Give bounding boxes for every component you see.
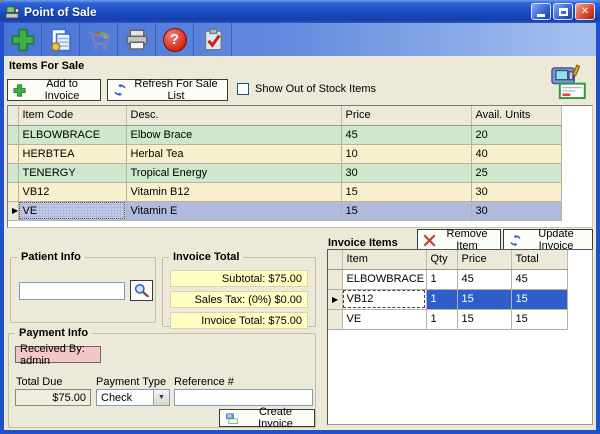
magnifier-icon: [134, 283, 149, 298]
selector-header: [328, 250, 342, 269]
patient-search-button[interactable]: [130, 280, 153, 301]
sale-row-herbtea[interactable]: HERBTEA Herbal Tea 10 40: [8, 144, 561, 163]
col-price[interactable]: Price: [341, 106, 471, 125]
print-icon: [125, 28, 149, 52]
selector-header: [8, 106, 18, 125]
total-due-label: Total Due: [16, 376, 62, 388]
show-out-of-stock-checkbox[interactable]: [237, 83, 249, 95]
refresh-for-sale-list-label: Refresh For Sale List: [131, 78, 227, 102]
payment-type-value: Check: [97, 392, 153, 404]
help-icon: ?: [163, 28, 187, 52]
toolbar-cart-button[interactable]: [80, 23, 118, 56]
col-item[interactable]: Item: [342, 250, 426, 269]
remove-item-button[interactable]: Remove Item: [417, 229, 501, 251]
col-desc[interactable]: Desc.: [126, 106, 341, 125]
add-to-invoice-label: Add to Invoice: [30, 78, 100, 102]
payment-type-label: Payment Type: [96, 376, 166, 388]
items-for-sale-title: Items For Sale: [9, 60, 84, 72]
invoice-row-elbowbrace[interactable]: ELBOWBRACE 1 45 45: [328, 269, 567, 289]
patient-info-group: Patient Info: [10, 257, 156, 323]
app-icon: [5, 4, 20, 19]
invoice-items-grid[interactable]: Item Qty Price Total ELBOWBRACE 1 45 45 …: [327, 249, 593, 425]
payment-info-group: Payment Info Received By: admin Total Du…: [8, 333, 316, 428]
toolbar: ?: [4, 23, 596, 56]
create-invoice-button[interactable]: Create Invoice: [219, 409, 315, 427]
invoice-grid-header-row: Item Qty Price Total: [328, 250, 567, 269]
total-due-field: $75.00: [15, 389, 91, 406]
invoice-items-title: Invoice Items: [328, 237, 398, 249]
patient-info-title: Patient Info: [17, 251, 85, 263]
col-avail-units[interactable]: Avail. Units: [471, 106, 561, 125]
invoice-row-vb12-selected[interactable]: ▶ VB12 1 15 15: [328, 289, 567, 309]
create-invoice-icon: [225, 411, 239, 425]
invoice-total-group: Invoice Total Subtotal: $75.00 Sales Tax…: [162, 257, 316, 327]
subtotal-value: Subtotal: $75.00: [222, 273, 302, 285]
sales-tax-value: Sales Tax: (0%) $0.00: [195, 294, 302, 306]
reference-input[interactable]: [174, 389, 313, 406]
toolbar-add-button[interactable]: [4, 23, 42, 56]
received-by-box: Received By: admin: [15, 346, 101, 363]
window-title: Point of Sale: [24, 5, 97, 19]
maximize-icon: [559, 8, 568, 16]
client-area: Items For Sale Add to Invoice Refresh Fo…: [4, 56, 596, 430]
payment-info-title: Payment Info: [15, 327, 92, 339]
items-for-sale-grid[interactable]: Item Code Desc. Price Avail. Units ELBOW…: [7, 105, 593, 228]
close-icon: ✕: [581, 7, 589, 17]
shopping-cart-icon: [87, 28, 111, 52]
patient-search-input[interactable]: [19, 282, 125, 300]
remove-x-icon: [423, 234, 436, 247]
toolbar-items-button[interactable]: [42, 23, 80, 56]
refresh-icon: [113, 83, 127, 97]
minimize-button[interactable]: [531, 3, 551, 20]
point-of-sale-window: Point of Sale ✕: [0, 0, 600, 434]
add-icon: [11, 28, 35, 52]
add-to-invoice-button[interactable]: Add to Invoice: [7, 79, 101, 101]
sale-row-vb12[interactable]: VB12 Vitamin B12 15 30: [8, 182, 561, 201]
show-out-of-stock-label: Show Out of Stock Items: [255, 83, 376, 95]
create-invoice-label: Create Invoice: [243, 406, 314, 430]
reference-label: Reference #: [174, 376, 234, 388]
col-total[interactable]: Total: [511, 250, 567, 269]
col-item-code[interactable]: Item Code: [18, 106, 126, 125]
col-price[interactable]: Price: [457, 250, 511, 269]
toolbar-help-button[interactable]: ?: [156, 23, 194, 56]
subtotal-bar: Subtotal: $75.00: [170, 270, 308, 287]
titlebar[interactable]: Point of Sale ✕: [0, 0, 600, 23]
sale-grid-header-row: Item Code Desc. Price Avail. Units: [8, 106, 561, 125]
update-invoice-button[interactable]: Update Invoice: [503, 229, 593, 251]
row-selector-arrow: ▶: [328, 289, 342, 309]
col-qty[interactable]: Qty: [426, 250, 457, 269]
minimize-icon: [537, 14, 545, 17]
pos-terminal-icon: [548, 60, 590, 102]
sales-tax-bar: Sales Tax: (0%) $0.00: [170, 291, 308, 308]
received-by-text: Received By: admin: [20, 343, 100, 367]
sale-row-elbowbrace[interactable]: ELBOWBRACE Elbow Brace 45 20: [8, 125, 561, 144]
sale-row-ve-selected[interactable]: ▶ VE Vitamin E 15 30: [8, 201, 561, 220]
close-button[interactable]: ✕: [575, 3, 595, 20]
sale-row-tenergy[interactable]: TENERGY Tropical Energy 30 25: [8, 163, 561, 182]
row-selector-arrow: ▶: [8, 201, 18, 220]
toolbar-print-button[interactable]: [118, 23, 156, 56]
maximize-button[interactable]: [553, 3, 573, 20]
invoice-row-ve[interactable]: VE 1 15 15: [328, 309, 567, 329]
show-out-of-stock-checkbox-row: Show Out of Stock Items: [237, 83, 376, 95]
tasks-clipboard-icon: [201, 28, 225, 52]
chevron-down-icon[interactable]: ▼: [153, 390, 169, 405]
invoice-total-value: Invoice Total: $75.00: [201, 315, 302, 327]
invoice-total-title: Invoice Total: [169, 251, 243, 263]
invoice-total-bar: Invoice Total: $75.00: [170, 312, 308, 329]
total-due-value: $75.00: [52, 392, 86, 404]
refresh-icon: [509, 234, 522, 247]
refresh-for-sale-list-button[interactable]: Refresh For Sale List: [107, 79, 228, 101]
toolbar-tasks-button[interactable]: [194, 23, 232, 56]
item-list-icon: [49, 28, 73, 52]
add-icon: [13, 84, 26, 97]
payment-type-dropdown[interactable]: Check ▼: [96, 389, 170, 406]
